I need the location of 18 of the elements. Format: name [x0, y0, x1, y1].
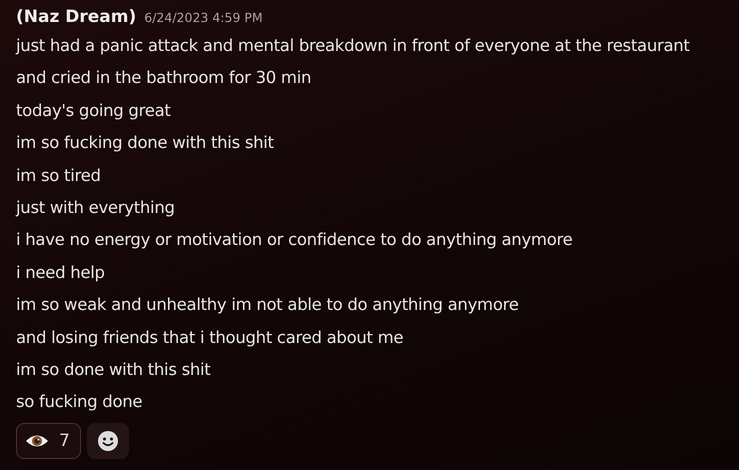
author-name[interactable]: (Naz Dream) [16, 7, 136, 27]
smiley-icon [96, 430, 119, 452]
message-text: im so tired [16, 164, 102, 187]
eye-icon [25, 432, 49, 449]
message-text: im so fucking done with this shit [16, 132, 275, 154]
add-reaction-button[interactable] [86, 422, 129, 459]
message-text: i need help [16, 262, 106, 284]
message-text: just with everything [16, 197, 176, 220]
message-text: and cried in the bathroom for 30 min [16, 67, 312, 90]
message-text: today's going great [16, 100, 172, 122]
message-text: i have no energy or motivation or confidence to do anything anymore [16, 229, 574, 252]
timestamp: 6/24/2023 4:59 PM [144, 10, 263, 24]
message-text: im so weak and unhealthy im not able to do anything anymore [16, 294, 520, 316]
message-text: so fucking done [16, 391, 144, 414]
message-text: just had a panic attack and mental breakdown in front of everyone at the restaurant [16, 35, 691, 57]
message-text: im so done with this shit [16, 359, 212, 382]
message-text: and losing friends that i thought cared about me [16, 326, 404, 349]
reaction-button[interactable]: 7 [16, 422, 81, 459]
